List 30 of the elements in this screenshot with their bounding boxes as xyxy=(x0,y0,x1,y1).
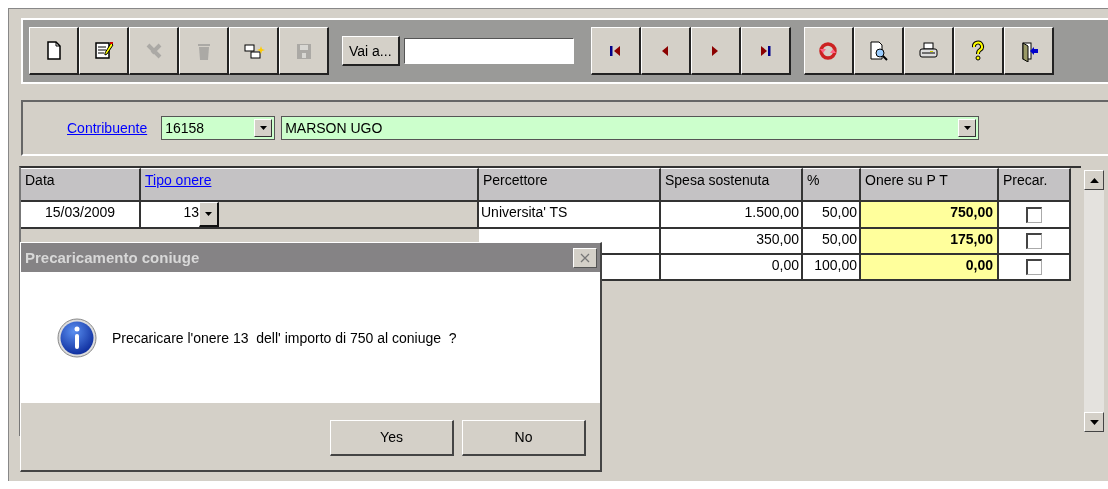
column-header: Percettore xyxy=(479,168,661,202)
no-button[interactable]: No xyxy=(462,419,586,456)
table-cell: 750,00 xyxy=(861,202,999,229)
name-value: MARSON UGO xyxy=(284,120,384,136)
column-header: % xyxy=(803,168,861,202)
table-cell: 350,00 xyxy=(661,229,803,255)
table-cell: 0,00 xyxy=(861,255,999,281)
column-header: Data xyxy=(21,168,141,202)
table-cell: 0,00 xyxy=(661,255,803,281)
column-header-link[interactable]: Tipo onere xyxy=(145,172,212,188)
yes-button[interactable]: Yes xyxy=(330,419,454,456)
table-cell: Universita' TS xyxy=(479,202,661,229)
type-combo[interactable]: 13 xyxy=(141,202,479,229)
table-cell: 100,00 xyxy=(803,255,861,281)
column-header: Onere su P T xyxy=(861,168,999,202)
table-cell: 175,00 xyxy=(861,229,999,255)
dialog-message: Precaricare l'onere 13 dell' importo di 750 al coniuge ? xyxy=(112,329,457,346)
code-combo[interactable]: 16158 xyxy=(161,116,276,140)
column-header: Precar. xyxy=(999,168,1071,202)
goto-button[interactable]: Vai a... xyxy=(342,36,400,66)
table-cell: 50,00 xyxy=(803,202,861,229)
code-value: 16158 xyxy=(164,120,206,136)
column-header: Spesa sostenuta xyxy=(661,168,803,202)
table-cell: 1.500,00 xyxy=(661,202,803,229)
type-value: 13 xyxy=(141,202,199,227)
name-combo[interactable]: MARSON UGO xyxy=(281,116,980,140)
dialog-title: Precaricamento coniuge xyxy=(25,249,200,266)
table-cell: 15/03/2009 xyxy=(21,202,141,229)
contribuente-link[interactable]: Contribuente xyxy=(67,120,148,136)
table-cell: 50,00 xyxy=(803,229,861,255)
